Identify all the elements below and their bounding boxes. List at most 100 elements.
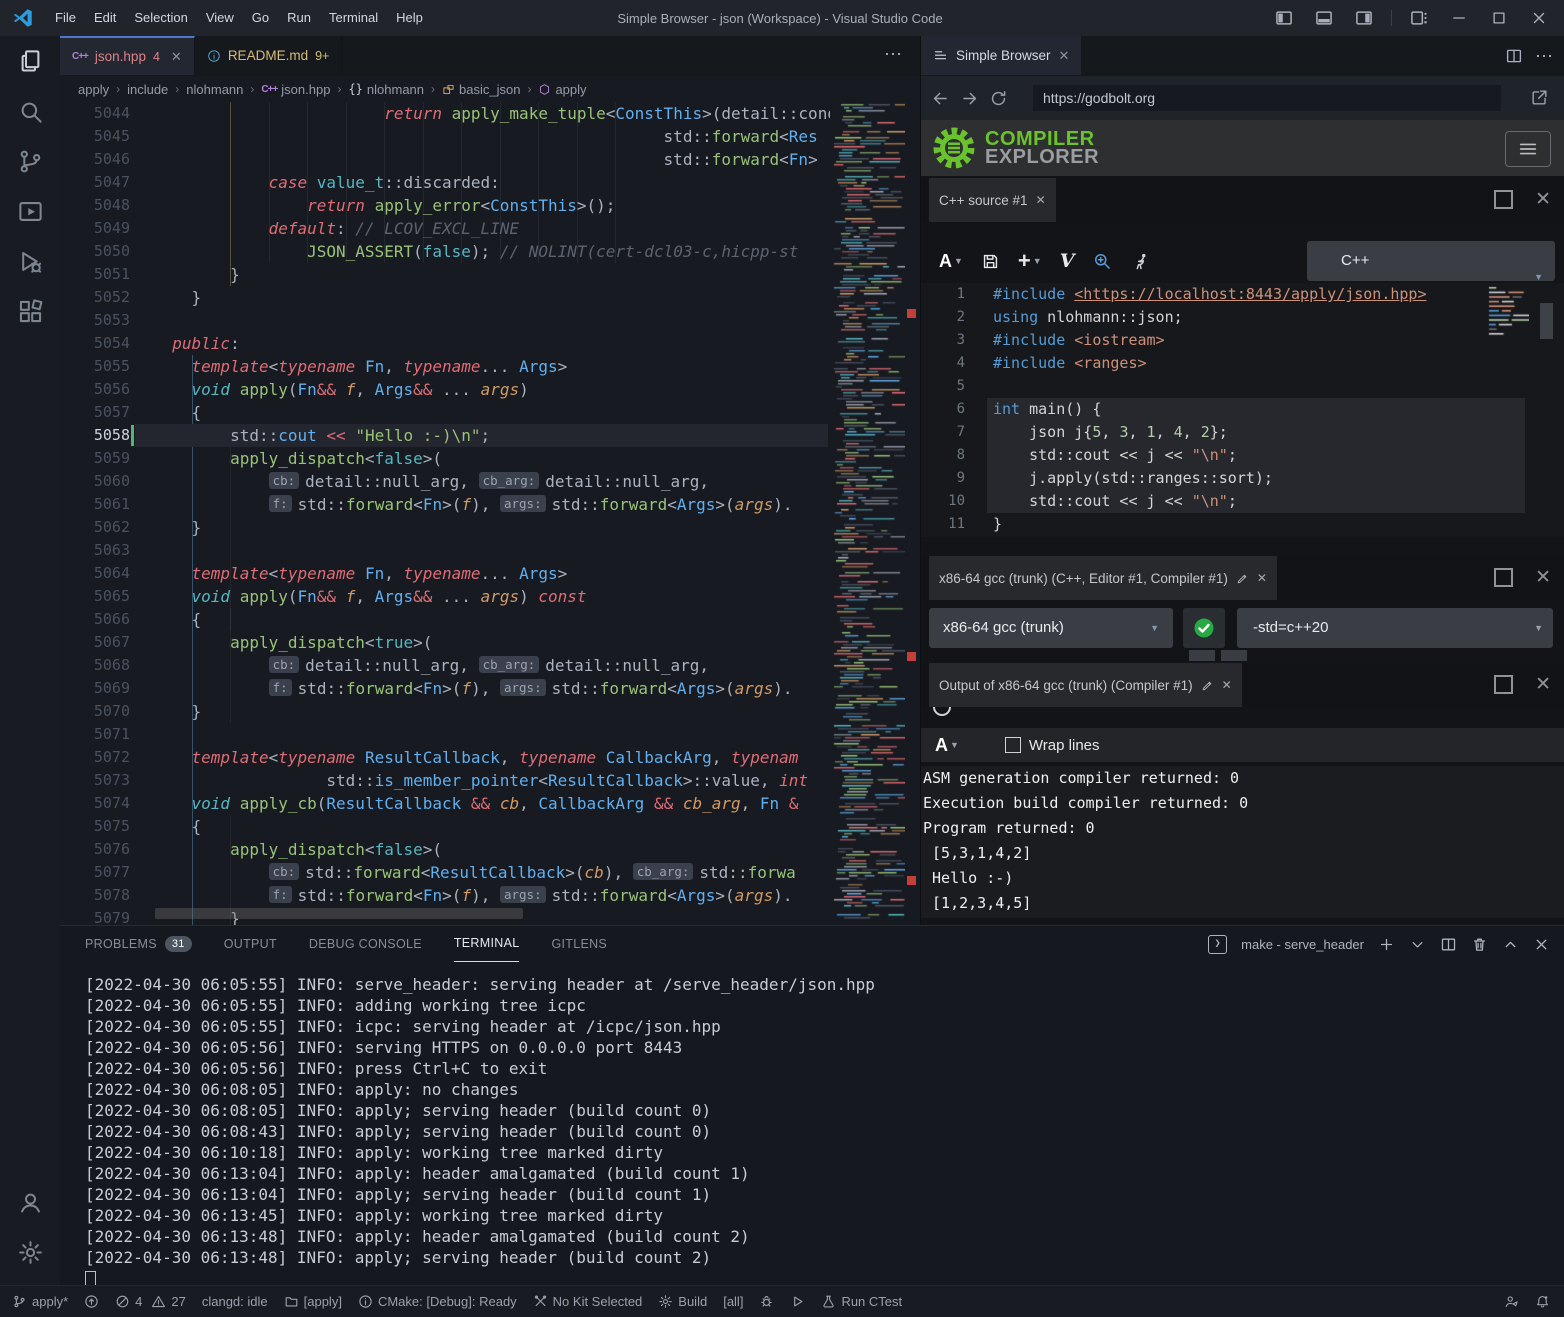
tab-compiler[interactable]: x86-64 gcc (trunk) (C++, Editor #1, Comp… xyxy=(929,556,1277,600)
code-line-5065[interactable]: 5065 void apply(Fn&& f, Args&& ... args)… xyxy=(60,585,920,608)
cpp-insights-icon[interactable] xyxy=(1092,251,1112,271)
layout-sidebar-right-icon[interactable] xyxy=(1347,4,1381,32)
tab-json.hpp[interactable]: C++json.hpp4✕ xyxy=(60,36,195,75)
status-git-branch-status[interactable]: apply* xyxy=(12,1294,68,1309)
maximize-button[interactable] xyxy=(1482,4,1516,32)
breadcrumb[interactable]: apply›include›nlohmann›C++json.hpp›{}nlo… xyxy=(60,76,920,102)
tab-output[interactable]: Output of x86-64 gcc (trunk) (Compiler #… xyxy=(929,663,1242,707)
code-line-5072[interactable]: 5072 template<typename ResultCallback, t… xyxy=(60,746,920,769)
panel-tab-gitlens[interactable]: GITLENS xyxy=(551,927,607,962)
edit-title-icon[interactable] xyxy=(1236,572,1249,585)
menu-view[interactable]: View xyxy=(197,0,243,36)
activity-explorer-icon[interactable] xyxy=(0,36,60,86)
customize-layout-icon[interactable] xyxy=(1402,4,1436,32)
terminal-dropdown-icon[interactable] xyxy=(1409,936,1426,953)
activity-settings-icon[interactable] xyxy=(0,1227,60,1277)
code-line-5058[interactable]: 5058 std::cout << "Hello :-)\n"; xyxy=(60,424,920,447)
status-cmake-status[interactable]: CMake: [Debug]: Ready xyxy=(358,1294,517,1309)
terminal-output[interactable]: [2022-04-30 06:05:55] INFO: serve_header… xyxy=(85,974,1545,1290)
wrap-lines-checkbox[interactable] xyxy=(1005,737,1021,753)
code-line-5060[interactable]: 5060 cb:detail::null_arg, cb_arg:detail:… xyxy=(60,470,920,493)
code-line-5061[interactable]: 5061 f:std::forward<Fn>(f), args:std::fo… xyxy=(60,493,920,516)
breadcrumb-item-json.hpp[interactable]: C++json.hpp xyxy=(261,82,330,97)
code-line-5045[interactable]: 5045 std::forward<Res xyxy=(60,125,920,148)
hamburger-menu-icon[interactable] xyxy=(1505,131,1551,167)
godbolt-code-line-5[interactable]: 5 xyxy=(921,375,1564,398)
godbolt-source-editor[interactable]: 1#include <https://localhost:8443/apply/… xyxy=(921,283,1564,537)
code-line-5052[interactable]: 5052 } xyxy=(60,286,920,309)
breadcrumb-item-nlohmann[interactable]: {}nlohmann xyxy=(348,82,424,97)
panel-tab-debug-console[interactable]: DEBUG CONSOLE xyxy=(309,927,422,962)
tab-README.md[interactable]: README.md9+ xyxy=(195,36,343,75)
close-panel-icon[interactable] xyxy=(1533,936,1550,953)
panel-tab-problems[interactable]: PROBLEMS31 xyxy=(85,927,192,962)
code-line-5063[interactable]: 5063 xyxy=(60,539,920,562)
menu-selection[interactable]: Selection xyxy=(125,0,196,36)
code-line-5046[interactable]: 5046 std::forward<Fn> xyxy=(60,148,920,171)
maximize-panel-icon[interactable] xyxy=(1502,936,1519,953)
godbolt-code-line-10[interactable]: 10 std::cout << j << "\n"; xyxy=(921,490,1564,513)
code-line-5048[interactable]: 5048 return apply_error<ConstThis>(); xyxy=(60,194,920,217)
compiler-select[interactable]: x86-64 gcc (trunk) ▼ xyxy=(929,608,1173,648)
godbolt-code-line-7[interactable]: 7 json j{5, 3, 1, 4, 2}; xyxy=(921,421,1564,444)
status-run-ctest[interactable]: Run CTest xyxy=(821,1294,902,1309)
vim-mode-icon[interactable]: V xyxy=(1060,250,1075,272)
code-line-5075[interactable]: 5075 { xyxy=(60,815,920,838)
close-icon[interactable]: ✕ xyxy=(1257,571,1267,585)
maximize-pane-icon[interactable] xyxy=(1494,190,1513,209)
godbolt-code-line-11[interactable]: 11} xyxy=(921,513,1564,536)
godbolt-code-line-8[interactable]: 8 std::cout << j << "\n"; xyxy=(921,444,1564,467)
godbolt-code-line-6[interactable]: 6int main() { xyxy=(921,398,1564,421)
edit-title-icon[interactable] xyxy=(1201,679,1214,692)
code-line-5078[interactable]: 5078 f:std::forward<Fn>(f), args:std::fo… xyxy=(60,884,920,907)
code-line-5068[interactable]: 5068 cb:detail::null_arg, cb_arg:detail:… xyxy=(60,654,920,677)
layout-panel-icon[interactable] xyxy=(1307,4,1341,32)
status-publish-changes[interactable] xyxy=(84,1294,99,1309)
code-line-5064[interactable]: 5064 template<typename Fn, typename... A… xyxy=(60,562,920,585)
panel-tab-terminal[interactable]: TERMINAL xyxy=(454,926,520,962)
more-actions-icon[interactable]: ⋯ xyxy=(884,44,902,65)
new-terminal-icon[interactable] xyxy=(1378,936,1395,953)
close-tab-icon[interactable]: ✕ xyxy=(171,49,182,65)
status-cmake-project[interactable]: [apply] xyxy=(284,1294,342,1309)
font-size-button[interactable]: A▼ xyxy=(939,251,963,272)
back-icon[interactable] xyxy=(931,89,950,108)
code-line-5067[interactable]: 5067 apply_dispatch<true>( xyxy=(60,631,920,654)
editor-scrollbar[interactable] xyxy=(905,102,920,925)
status-cmake-debug[interactable] xyxy=(759,1294,774,1309)
status-notifications-icon[interactable] xyxy=(1535,1294,1550,1309)
code-line-5069[interactable]: 5069 f:std::forward<Fn>(f), args:std::fo… xyxy=(60,677,920,700)
code-line-5073[interactable]: 5073 std::is_member_pointer<ResultCallba… xyxy=(60,769,920,792)
add-pane-button[interactable]: +▼ xyxy=(1018,248,1042,274)
maximize-pane-icon[interactable] xyxy=(1494,675,1513,694)
godbolt-code-line-9[interactable]: 9 j.apply(std::ranges::sort); xyxy=(921,467,1564,490)
activity-source-control-icon[interactable] xyxy=(0,136,60,186)
code-line-5054[interactable]: 5054 public: xyxy=(60,332,920,355)
menu-edit[interactable]: Edit xyxy=(85,0,125,36)
status-cmake-build[interactable]: Build xyxy=(658,1294,707,1309)
close-pane-icon[interactable]: ✕ xyxy=(1535,677,1551,692)
status-problems-status[interactable]: 427 xyxy=(115,1294,186,1309)
editor-horizontal-scrollbar[interactable] xyxy=(155,908,523,919)
menu-terminal[interactable]: Terminal xyxy=(320,0,387,36)
activity-cmake-icon[interactable] xyxy=(0,186,60,236)
reload-icon[interactable] xyxy=(989,89,1008,108)
split-editor-icon[interactable] xyxy=(1505,47,1523,65)
breadcrumb-item-apply[interactable]: apply xyxy=(78,82,109,97)
quick-bench-icon[interactable] xyxy=(1130,251,1150,271)
terminal-session-label[interactable]: make - serve_header xyxy=(1241,937,1364,952)
code-line-5077[interactable]: 5077 cb:std::forward<ResultCallback>(cb)… xyxy=(60,861,920,884)
breadcrumb-item-apply[interactable]: apply xyxy=(538,82,586,97)
kill-terminal-icon[interactable] xyxy=(1471,936,1488,953)
code-line-5049[interactable]: 5049 default: // LCOV_EXCL_LINE xyxy=(60,217,920,240)
code-line-5066[interactable]: 5066 { xyxy=(60,608,920,631)
url-input[interactable]: https://godbolt.org xyxy=(1033,85,1501,111)
tab-simple-browser[interactable]: Simple Browser ✕ xyxy=(921,36,1081,75)
output-font-size-button[interactable]: A▼ xyxy=(935,735,959,756)
status-clangd-status[interactable]: clangd: idle xyxy=(202,1294,268,1309)
menu-run[interactable]: Run xyxy=(278,0,320,36)
language-select[interactable]: C++▼ xyxy=(1307,241,1555,281)
godbolt-code-line-4[interactable]: 4#include <ranges> xyxy=(921,352,1564,375)
code-line-5051[interactable]: 5051 } xyxy=(60,263,920,286)
code-line-5057[interactable]: 5057 { xyxy=(60,401,920,424)
